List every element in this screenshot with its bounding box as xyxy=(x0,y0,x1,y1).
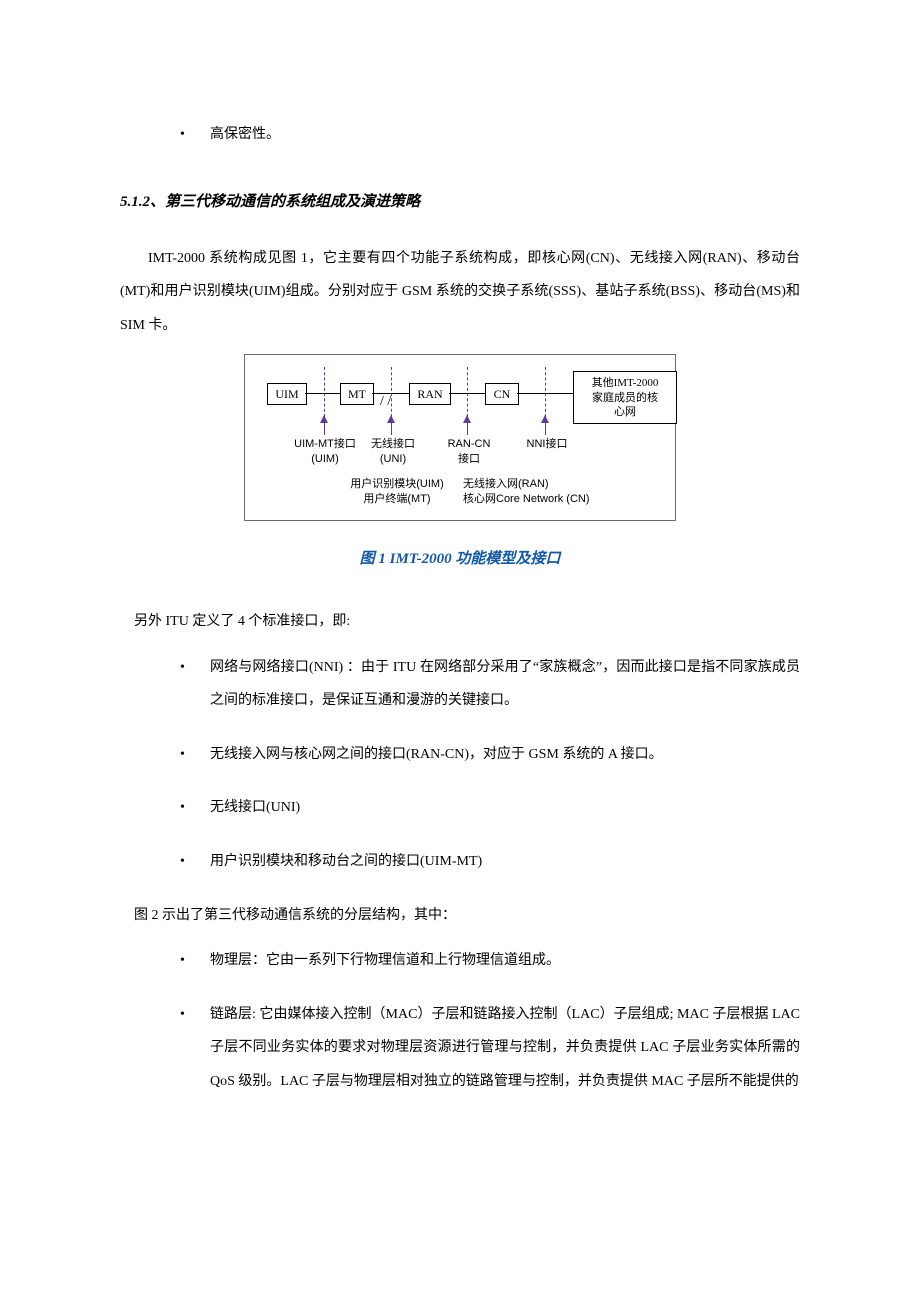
label-nni: NNI接口 xyxy=(517,437,577,451)
list-text: 无线接口(UNI) xyxy=(210,800,300,815)
arrow-up-icon xyxy=(541,415,549,423)
list-text: 无线接入网与核心网之间的接口(RAN-CN)，对应于 GSM 系统的 A 接口。 xyxy=(210,747,663,762)
paragraph: 另外 ITU 定义了 4 个标准接口，即: xyxy=(120,605,800,639)
dashed-separator xyxy=(324,367,325,417)
list-item: 链路层: 它由媒体接入控制（MAC）子层和链路接入控制（LAC）子层组成; MA… xyxy=(180,998,800,1099)
section-heading: 5.1.2、第三代移动通信的系统组成及演进策略 xyxy=(120,184,800,220)
bullet-list-pre: 高保密性。 xyxy=(120,118,800,152)
list-text: 网络与网络接口(NNI) ：由于 ITU 在网络部分采用了“家族概念”，因而此接… xyxy=(210,660,800,709)
label-ran-cn: RAN-CN 接口 xyxy=(437,437,501,466)
list-item: 网络与网络接口(NNI) ：由于 ITU 在网络部分采用了“家族概念”，因而此接… xyxy=(180,651,800,718)
list-text: 链路层: 它由媒体接入控制（MAC）子层和链路接入控制（LAC）子层组成; MA… xyxy=(210,1007,800,1089)
dashed-separator xyxy=(467,367,468,417)
list-text: 物理层：它由一系列下行物理信道和上行物理信道组成。 xyxy=(210,953,560,968)
box-mt: MT xyxy=(340,383,374,405)
arrow-stem xyxy=(391,423,393,435)
paragraph: IMT-2000 系统构成见图 1，它主要有四个功能子系统构成，即核心网(CN)… xyxy=(120,242,800,343)
list-item: 物理层：它由一系列下行物理信道和上行物理信道组成。 xyxy=(180,944,800,978)
arrow-up-icon xyxy=(320,415,328,423)
list-item: 用户识别模块和移动台之间的接口(UIM-MT) xyxy=(180,845,800,879)
layer-list: 物理层：它由一系列下行物理信道和上行物理信道组成。 链路层: 它由媒体接入控制（… xyxy=(120,944,800,1098)
dashed-separator xyxy=(391,367,392,417)
figure-wrapper: UIM MT RAN CN 其他IMT-2000 家庭成员的核 心网 / / xyxy=(120,354,800,535)
dashed-separator xyxy=(545,367,546,417)
imt2000-diagram: UIM MT RAN CN 其他IMT-2000 家庭成员的核 心网 / / xyxy=(244,354,676,521)
label-uni: 无线接口 (UNI) xyxy=(363,437,423,466)
list-item: 高保密性。 xyxy=(180,118,800,152)
legend-left: 用户识别模块(UIM) 用户终端(MT) xyxy=(337,477,457,506)
arrow-up-icon xyxy=(387,415,395,423)
box-other-imt: 其他IMT-2000 家庭成员的核 心网 xyxy=(573,371,677,424)
figure-caption: 图 1 IMT-2000 功能模型及接口 xyxy=(120,541,800,577)
arrow-stem xyxy=(467,423,469,435)
arrow-stem xyxy=(324,423,326,435)
arrow-up-icon xyxy=(463,415,471,423)
label-uim-mt: UIM-MT接口 (UIM) xyxy=(285,437,365,466)
interface-list: 网络与网络接口(NNI) ：由于 ITU 在网络部分采用了“家族概念”，因而此接… xyxy=(120,651,800,879)
connector xyxy=(305,393,340,394)
arrow-stem xyxy=(545,423,547,435)
slash-icon: / / xyxy=(380,385,391,419)
bullet-text: 高保密性。 xyxy=(210,127,280,142)
document-page: 高保密性。 5.1.2、第三代移动通信的系统组成及演进策略 IMT-2000 系… xyxy=(0,0,920,1179)
list-item: 无线接口(UNI) xyxy=(180,791,800,825)
box-ran: RAN xyxy=(409,383,451,405)
box-uim: UIM xyxy=(267,383,307,405)
legend-right: 无线接入网(RAN) 核心网Core Network (CN) xyxy=(463,477,633,506)
box-cn: CN xyxy=(485,383,519,405)
list-item: 无线接入网与核心网之间的接口(RAN-CN)，对应于 GSM 系统的 A 接口。 xyxy=(180,738,800,772)
paragraph: 图 2 示出了第三代移动通信系统的分层结构，其中： xyxy=(120,899,800,933)
list-text: 用户识别模块和移动台之间的接口(UIM-MT) xyxy=(210,854,482,869)
